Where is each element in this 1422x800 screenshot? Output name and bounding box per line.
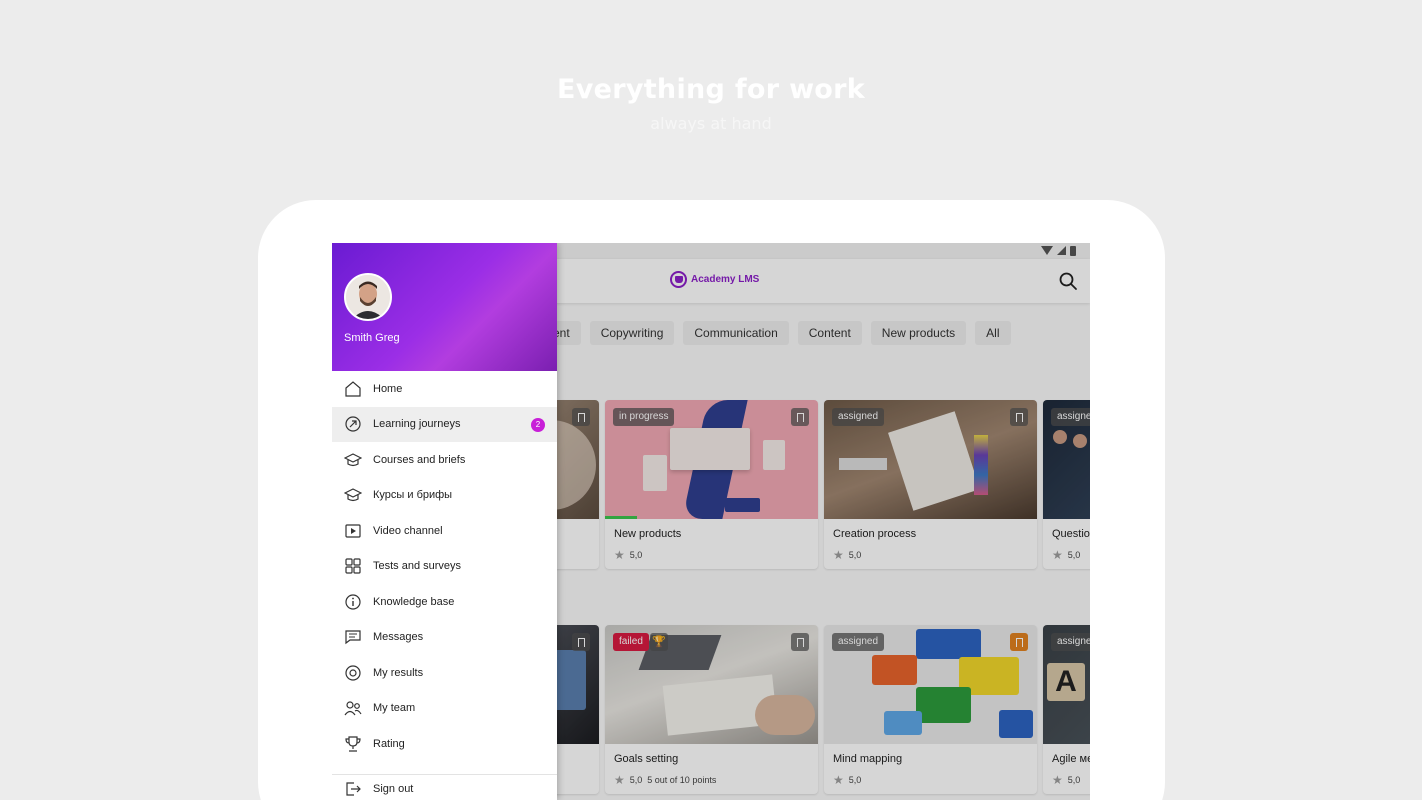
- graduation-cap-icon: [344, 488, 362, 502]
- drawer-menu: Home Learning journeys 2 Courses and bri…: [332, 371, 557, 762]
- menu-item-my-team[interactable]: My team: [332, 691, 557, 727]
- trophy-icon: [345, 736, 361, 752]
- menu-item-courses-ru[interactable]: Курсы и брифы: [332, 478, 557, 514]
- drawer-header: Smith Greg: [332, 243, 557, 371]
- results-icon: [345, 665, 361, 681]
- menu-item-knowledge-base[interactable]: Knowledge base: [332, 584, 557, 620]
- graduation-cap-icon: [344, 453, 362, 466]
- menu-item-label: Courses and briefs: [373, 453, 466, 466]
- navigation-drawer: Smith Greg Home Learning journeys 2 Cour…: [332, 243, 557, 800]
- hero-title: Everything for work: [556, 74, 866, 105]
- menu-item-messages[interactable]: Messages: [332, 620, 557, 656]
- app-screen: Academy LMS ent Copywriting Communicatio…: [332, 243, 1090, 800]
- menu-item-home[interactable]: Home: [332, 371, 557, 407]
- menu-item-label: Home: [373, 382, 403, 395]
- menu-item-learning-journeys[interactable]: Learning journeys 2: [332, 406, 557, 442]
- video-icon: [345, 524, 361, 538]
- tests-grid-icon: [345, 558, 361, 574]
- menu-item-tests-and-surveys[interactable]: Tests and surveys: [332, 549, 557, 585]
- menu-item-label: Video channel: [373, 524, 443, 537]
- hero-subtitle: always at hand: [650, 114, 772, 133]
- menu-item-my-results[interactable]: My results: [332, 655, 557, 691]
- menu-item-label: Rating: [373, 737, 405, 750]
- sign-out-button[interactable]: Sign out: [332, 774, 557, 800]
- journey-arrow-icon: [345, 416, 361, 432]
- menu-item-label: My team: [373, 702, 416, 715]
- menu-item-video-channel[interactable]: Video channel: [332, 513, 557, 549]
- user-name: Smith Greg: [344, 332, 400, 344]
- count-badge: 2: [531, 417, 545, 432]
- menu-item-courses-and-briefs[interactable]: Courses and briefs: [332, 442, 557, 478]
- message-icon: [345, 630, 361, 645]
- menu-item-label: Learning journeys: [373, 418, 461, 431]
- menu-item-rating[interactable]: Rating: [332, 726, 557, 762]
- sign-out-label: Sign out: [373, 782, 414, 795]
- menu-item-label: Messages: [373, 631, 424, 644]
- menu-item-label: My results: [373, 666, 424, 679]
- menu-item-label: Knowledge base: [373, 595, 455, 608]
- team-icon: [344, 701, 362, 716]
- menu-item-label: Курсы и брифы: [373, 489, 453, 502]
- info-icon: [345, 594, 361, 610]
- home-icon: [345, 380, 361, 397]
- avatar[interactable]: [344, 273, 392, 321]
- sign-out-icon: [346, 781, 361, 796]
- menu-item-label: Tests and surveys: [373, 560, 462, 573]
